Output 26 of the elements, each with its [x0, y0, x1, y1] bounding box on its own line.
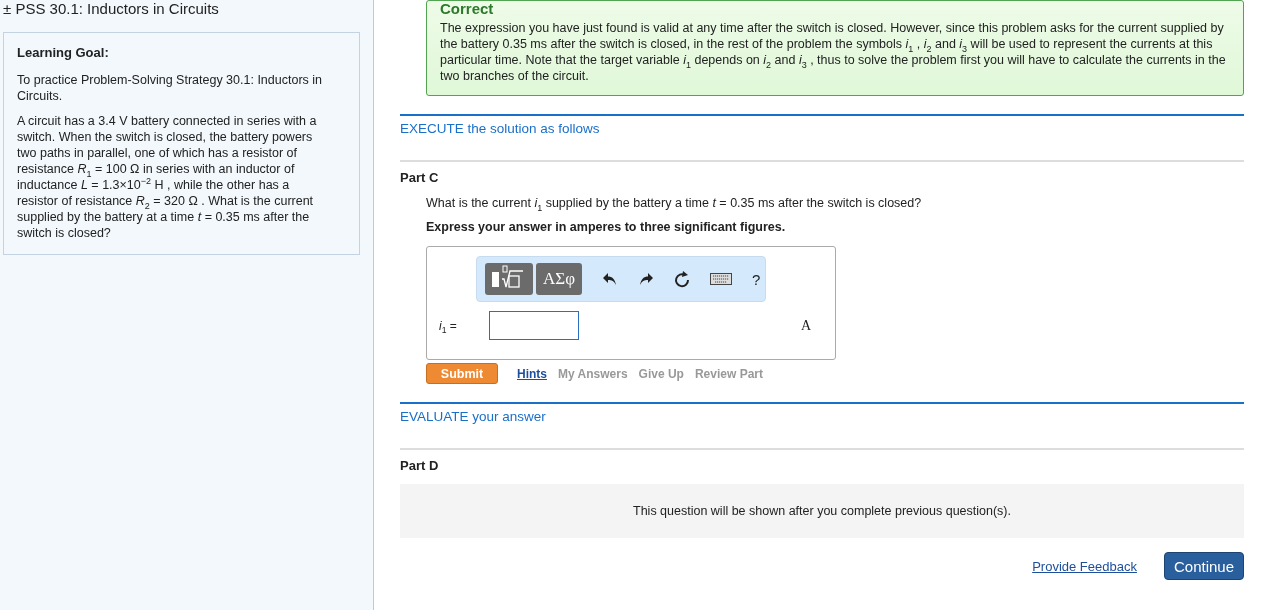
part-label: Part D	[400, 458, 440, 473]
step-heading: EVALUATE your answer	[400, 402, 1244, 428]
step-heading: EXECUTE the solution as follows	[400, 114, 1244, 140]
unit-label: A	[800, 317, 811, 334]
symbols-button[interactable]: ΑΣφ	[536, 263, 582, 295]
paragraph: To practice Problem-Solving Strategy 30.1: Inductors in Circuits.	[17, 72, 323, 104]
part-link[interactable]: Hints	[517, 366, 547, 381]
help-button[interactable]: ?	[752, 270, 761, 288]
templates-button[interactable]	[485, 263, 533, 295]
paragraph: A circuit has a 3.4 V battery connected in series with a switch. When the switch is closed, the battery powers two paths in parallel, one of which has a resistor of resistance R$_{1}$ = 100 Ω in series with an inductor of inductance L = 1.3×10$^{−2}$ H , while the other has a resistor of resistance R$_{2}$ = 320 Ω . What is the current supplied by the battery at a time t = 0.35 ms after the switch is closed?	[17, 113, 318, 241]
feedback-heading: Correct	[440, 1, 495, 17]
answer-field[interactable]	[489, 311, 579, 340]
continue-button[interactable]: Continue	[1163, 552, 1244, 580]
locked-message: This question will be shown after you complete previous question(s).	[633, 504, 1011, 518]
instruction-text: Express your answer in amperes to three significant figures.	[426, 220, 787, 234]
reset-icon[interactable]	[674, 270, 690, 288]
part-label: Part C	[400, 170, 440, 185]
undo-icon[interactable]	[602, 272, 618, 286]
feedback-text: The expression you have just found is valid at any time after the switch is closed. However, since this problem asks for the current supplied by the battery 0.35 ms after the switch is closed, in the rest of the problem the symbols i$_{1}$ , i$_{2}$ and i$_{3}$ will be used to represent the currents at this particular time. Note that the target variable i$_{1}$ depends on i$_{2}$ and i$_{3}$ , thus to solve the problem first you will have to calculate the currents in the two branches of the circuit.	[440, 20, 1227, 84]
panel-heading: Learning Goal:	[17, 45, 110, 60]
page-title: ± PSS 30.1: Inductors in Circuits	[2, 0, 220, 17]
redo-icon[interactable]	[638, 272, 654, 286]
feedback-link[interactable]: Provide Feedback	[1032, 558, 1137, 574]
variable-label: i$_{1}$ =	[439, 318, 458, 333]
keyboard-icon[interactable]	[710, 273, 732, 285]
question-text: What is the current i$_{1}$ supplied by the battery a time t = 0.35 ms after the switch is closed?	[426, 196, 923, 210]
